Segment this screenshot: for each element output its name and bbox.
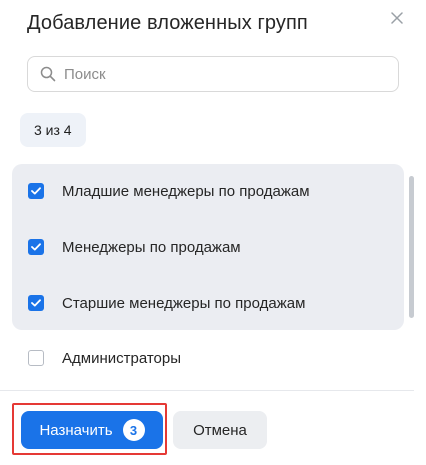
checkbox-checked[interactable] — [28, 183, 44, 199]
checkbox-checked[interactable] — [28, 239, 44, 255]
list-item-label: Менеджеры по продажам — [62, 238, 241, 256]
list-item-label: Старшие менеджеры по продажам — [62, 294, 306, 312]
list-item[interactable]: Администраторы — [28, 346, 181, 370]
list-item[interactable]: Младшие менеджеры по продажам — [28, 179, 310, 203]
footer-divider — [0, 390, 414, 391]
close-icon — [391, 12, 403, 24]
add-nested-groups-dialog: Добавление вложенных групп 3 из 4 Младши… — [0, 0, 426, 465]
selection-counter: 3 из 4 — [20, 113, 86, 147]
scrollbar[interactable] — [409, 176, 414, 318]
checkbox-unchecked[interactable] — [28, 350, 44, 366]
groups-list[interactable]: Младшие менеджеры по продажам Менеджеры … — [0, 164, 426, 386]
close-button[interactable] — [386, 7, 408, 29]
cancel-button[interactable]: Отмена — [173, 411, 267, 449]
checkbox-checked[interactable] — [28, 295, 44, 311]
search-field[interactable] — [27, 56, 399, 92]
list-item[interactable]: Менеджеры по продажам — [28, 235, 241, 259]
assign-button-label: Назначить — [39, 421, 113, 439]
assign-count-badge: 3 — [122, 419, 145, 441]
assign-button[interactable]: Назначить 3 — [21, 411, 163, 449]
search-icon — [40, 66, 56, 82]
dialog-title: Добавление вложенных групп — [27, 12, 308, 34]
list-item-label: Администраторы — [62, 349, 182, 367]
search-input[interactable] — [64, 65, 364, 83]
list-item-label: Младшие менеджеры по продажам — [62, 182, 310, 200]
list-item[interactable]: Старшие менеджеры по продажам — [28, 291, 305, 315]
